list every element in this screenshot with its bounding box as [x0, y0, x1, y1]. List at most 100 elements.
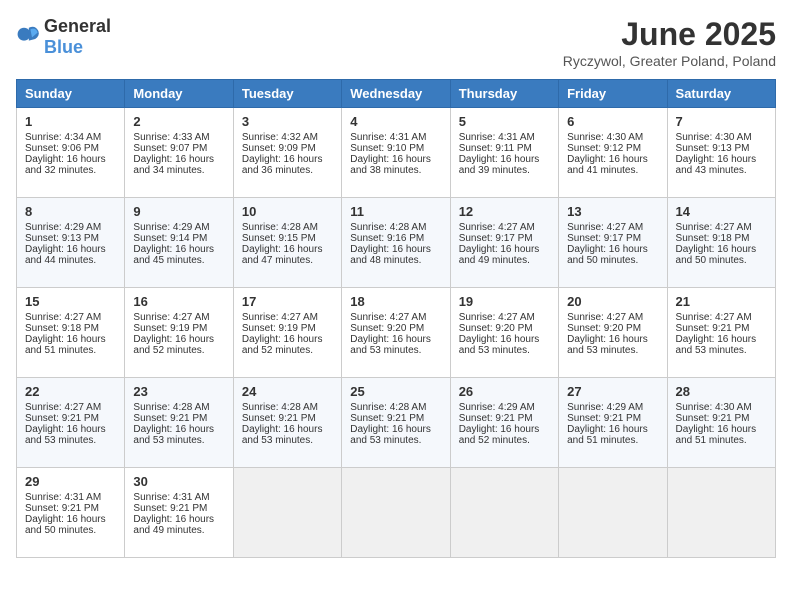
calendar-cell: 23Sunrise: 4:28 AMSunset: 9:21 PMDayligh…: [125, 378, 233, 468]
day-number: 25: [350, 384, 441, 399]
day-number: 14: [676, 204, 767, 219]
sunset-text: Sunset: 9:13 PM: [676, 143, 767, 154]
daylight-text: Daylight: 16 hours and 53 minutes.: [133, 424, 224, 446]
calendar-cell: [342, 468, 450, 558]
calendar-cell: 30Sunrise: 4:31 AMSunset: 9:21 PMDayligh…: [125, 468, 233, 558]
daylight-text: Daylight: 16 hours and 52 minutes.: [133, 334, 224, 356]
sunrise-text: Sunrise: 4:28 AM: [242, 222, 333, 233]
daylight-text: Daylight: 16 hours and 50 minutes.: [25, 514, 116, 536]
day-number: 11: [350, 204, 441, 219]
daylight-text: Daylight: 16 hours and 49 minutes.: [133, 514, 224, 536]
day-number: 3: [242, 114, 333, 129]
daylight-text: Daylight: 16 hours and 48 minutes.: [350, 244, 441, 266]
sunrise-text: Sunrise: 4:27 AM: [242, 312, 333, 323]
sunset-text: Sunset: 9:21 PM: [676, 323, 767, 334]
week-row-3: 15Sunrise: 4:27 AMSunset: 9:18 PMDayligh…: [17, 288, 776, 378]
sunset-text: Sunset: 9:12 PM: [567, 143, 658, 154]
sunset-text: Sunset: 9:06 PM: [25, 143, 116, 154]
sunset-text: Sunset: 9:20 PM: [350, 323, 441, 334]
daylight-text: Daylight: 16 hours and 51 minutes.: [676, 424, 767, 446]
col-header-sunday: Sunday: [17, 80, 125, 108]
day-number: 19: [459, 294, 550, 309]
sunset-text: Sunset: 9:17 PM: [567, 233, 658, 244]
logo-text: General Blue: [44, 16, 111, 58]
week-row-1: 1Sunrise: 4:34 AMSunset: 9:06 PMDaylight…: [17, 108, 776, 198]
calendar-cell: 5Sunrise: 4:31 AMSunset: 9:11 PMDaylight…: [450, 108, 558, 198]
daylight-text: Daylight: 16 hours and 52 minutes.: [242, 334, 333, 356]
col-header-tuesday: Tuesday: [233, 80, 341, 108]
day-number: 28: [676, 384, 767, 399]
calendar-cell: 13Sunrise: 4:27 AMSunset: 9:17 PMDayligh…: [559, 198, 667, 288]
sunset-text: Sunset: 9:11 PM: [459, 143, 550, 154]
calendar-cell: 29Sunrise: 4:31 AMSunset: 9:21 PMDayligh…: [17, 468, 125, 558]
sunrise-text: Sunrise: 4:30 AM: [676, 132, 767, 143]
calendar-cell: 20Sunrise: 4:27 AMSunset: 9:20 PMDayligh…: [559, 288, 667, 378]
day-number: 2: [133, 114, 224, 129]
sunset-text: Sunset: 9:21 PM: [25, 413, 116, 424]
calendar-cell: 2Sunrise: 4:33 AMSunset: 9:07 PMDaylight…: [125, 108, 233, 198]
calendar-cell: 14Sunrise: 4:27 AMSunset: 9:18 PMDayligh…: [667, 198, 775, 288]
daylight-text: Daylight: 16 hours and 53 minutes.: [676, 334, 767, 356]
sunrise-text: Sunrise: 4:27 AM: [25, 402, 116, 413]
daylight-text: Daylight: 16 hours and 51 minutes.: [567, 424, 658, 446]
calendar-cell: 11Sunrise: 4:28 AMSunset: 9:16 PMDayligh…: [342, 198, 450, 288]
day-number: 10: [242, 204, 333, 219]
calendar-header-row: SundayMondayTuesdayWednesdayThursdayFrid…: [17, 80, 776, 108]
daylight-text: Daylight: 16 hours and 39 minutes.: [459, 154, 550, 176]
sunset-text: Sunset: 9:21 PM: [133, 503, 224, 514]
day-number: 4: [350, 114, 441, 129]
col-header-friday: Friday: [559, 80, 667, 108]
sunset-text: Sunset: 9:13 PM: [25, 233, 116, 244]
calendar-cell: 9Sunrise: 4:29 AMSunset: 9:14 PMDaylight…: [125, 198, 233, 288]
sunset-text: Sunset: 9:17 PM: [459, 233, 550, 244]
week-row-5: 29Sunrise: 4:31 AMSunset: 9:21 PMDayligh…: [17, 468, 776, 558]
calendar-cell: 6Sunrise: 4:30 AMSunset: 9:12 PMDaylight…: [559, 108, 667, 198]
title-area: June 2025 Ryczywol, Greater Poland, Pola…: [563, 16, 776, 69]
day-number: 8: [25, 204, 116, 219]
sunrise-text: Sunrise: 4:29 AM: [567, 402, 658, 413]
sunset-text: Sunset: 9:20 PM: [459, 323, 550, 334]
daylight-text: Daylight: 16 hours and 50 minutes.: [567, 244, 658, 266]
sunrise-text: Sunrise: 4:27 AM: [676, 312, 767, 323]
sunrise-text: Sunrise: 4:28 AM: [133, 402, 224, 413]
sunrise-text: Sunrise: 4:29 AM: [133, 222, 224, 233]
daylight-text: Daylight: 16 hours and 34 minutes.: [133, 154, 224, 176]
sunrise-text: Sunrise: 4:28 AM: [350, 402, 441, 413]
daylight-text: Daylight: 16 hours and 44 minutes.: [25, 244, 116, 266]
day-number: 27: [567, 384, 658, 399]
col-header-monday: Monday: [125, 80, 233, 108]
sunset-text: Sunset: 9:19 PM: [242, 323, 333, 334]
calendar-cell: 25Sunrise: 4:28 AMSunset: 9:21 PMDayligh…: [342, 378, 450, 468]
sunset-text: Sunset: 9:21 PM: [459, 413, 550, 424]
sunrise-text: Sunrise: 4:31 AM: [459, 132, 550, 143]
day-number: 21: [676, 294, 767, 309]
sunrise-text: Sunrise: 4:27 AM: [133, 312, 224, 323]
daylight-text: Daylight: 16 hours and 53 minutes.: [459, 334, 550, 356]
calendar-cell: 17Sunrise: 4:27 AMSunset: 9:19 PMDayligh…: [233, 288, 341, 378]
sunset-text: Sunset: 9:18 PM: [676, 233, 767, 244]
sunrise-text: Sunrise: 4:31 AM: [133, 492, 224, 503]
sunrise-text: Sunrise: 4:27 AM: [459, 222, 550, 233]
day-number: 6: [567, 114, 658, 129]
day-number: 18: [350, 294, 441, 309]
sunset-text: Sunset: 9:18 PM: [25, 323, 116, 334]
calendar-cell: 4Sunrise: 4:31 AMSunset: 9:10 PMDaylight…: [342, 108, 450, 198]
daylight-text: Daylight: 16 hours and 36 minutes.: [242, 154, 333, 176]
daylight-text: Daylight: 16 hours and 43 minutes.: [676, 154, 767, 176]
sunrise-text: Sunrise: 4:31 AM: [25, 492, 116, 503]
sunset-text: Sunset: 9:10 PM: [350, 143, 441, 154]
daylight-text: Daylight: 16 hours and 47 minutes.: [242, 244, 333, 266]
day-number: 9: [133, 204, 224, 219]
calendar-cell: 10Sunrise: 4:28 AMSunset: 9:15 PMDayligh…: [233, 198, 341, 288]
sunset-text: Sunset: 9:21 PM: [350, 413, 441, 424]
day-number: 13: [567, 204, 658, 219]
sunset-text: Sunset: 9:21 PM: [25, 503, 116, 514]
week-row-2: 8Sunrise: 4:29 AMSunset: 9:13 PMDaylight…: [17, 198, 776, 288]
sunset-text: Sunset: 9:16 PM: [350, 233, 441, 244]
col-header-thursday: Thursday: [450, 80, 558, 108]
daylight-text: Daylight: 16 hours and 53 minutes.: [350, 334, 441, 356]
logo-icon: [16, 23, 40, 47]
daylight-text: Daylight: 16 hours and 53 minutes.: [25, 424, 116, 446]
daylight-text: Daylight: 16 hours and 41 minutes.: [567, 154, 658, 176]
daylight-text: Daylight: 16 hours and 53 minutes.: [242, 424, 333, 446]
